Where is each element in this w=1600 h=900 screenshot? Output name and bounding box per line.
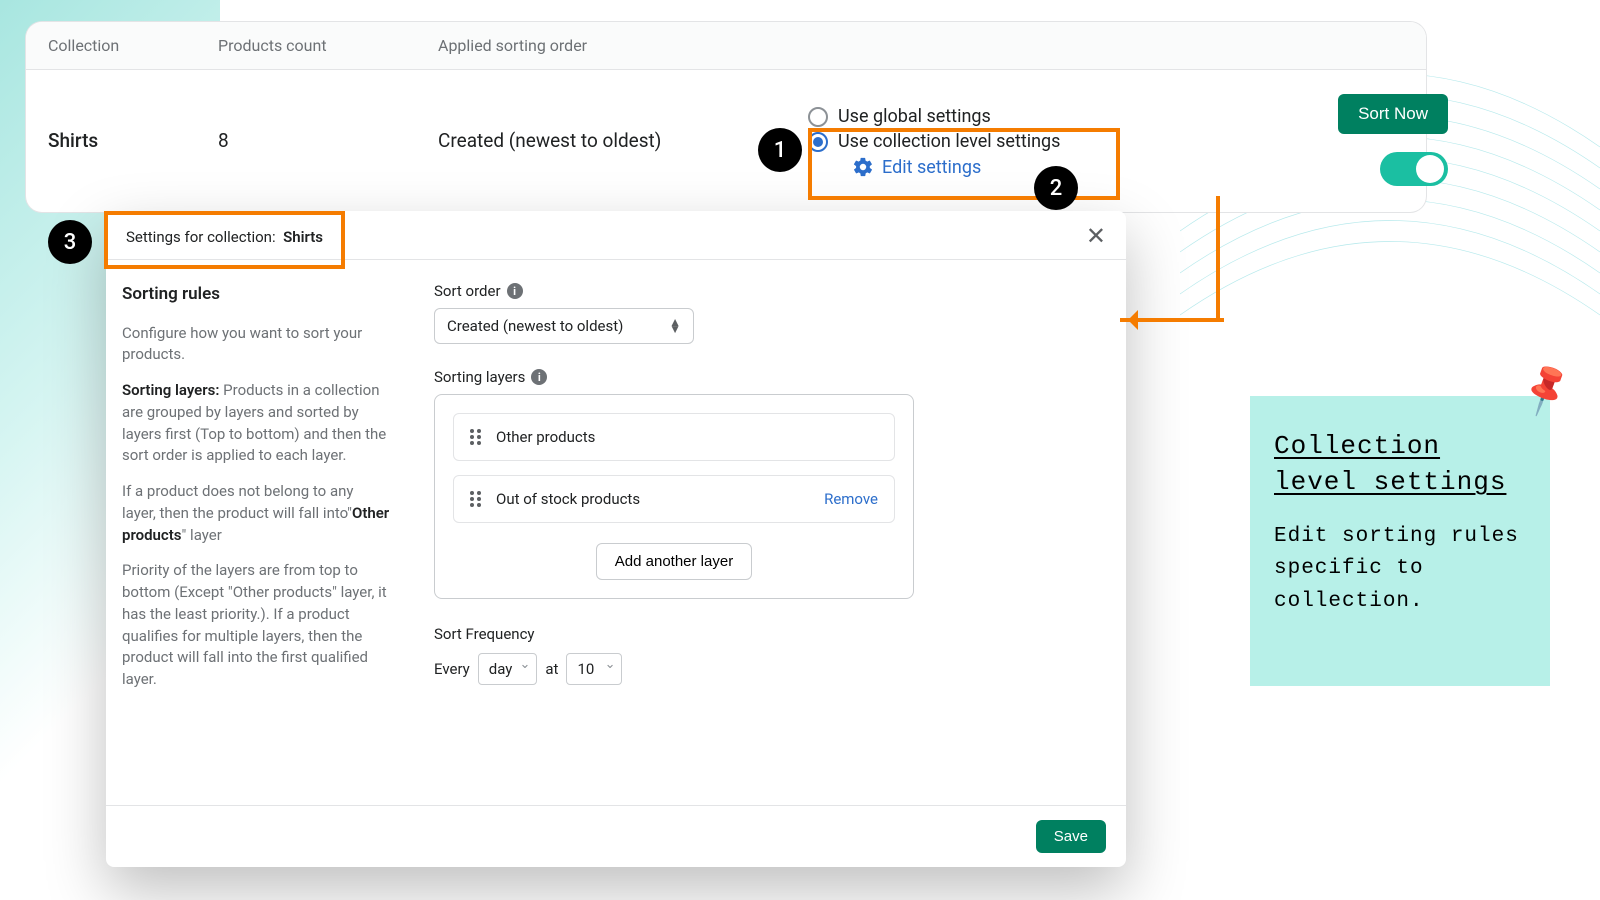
sidebar-p3c: " layer — [182, 526, 222, 544]
row-count: 8 — [218, 129, 438, 152]
row-order: Created (newest to oldest) — [438, 129, 808, 152]
radio-global[interactable]: Use global settings — [808, 106, 1268, 127]
step-badge-3: 3 — [48, 220, 92, 264]
table-header: Collection Products count Applied sortin… — [26, 22, 1426, 70]
header-order: Applied sorting order — [438, 36, 808, 55]
radio-icon — [808, 132, 828, 152]
save-button[interactable]: Save — [1036, 820, 1106, 853]
edit-settings-label: Edit settings — [882, 157, 981, 178]
close-button[interactable]: ✕ — [1086, 225, 1106, 249]
freq-label: Sort Frequency — [434, 625, 1098, 643]
drag-icon[interactable] — [470, 429, 482, 445]
sort-order-value: Created (newest to oldest) — [447, 317, 623, 335]
drag-icon[interactable] — [470, 491, 482, 507]
step-badge-2: 2 — [1034, 166, 1078, 210]
sorting-layers-label: Sorting layers i — [434, 368, 1098, 386]
sort-now-button[interactable]: Sort Now — [1338, 94, 1448, 134]
radio-collection[interactable]: Use collection level settings — [808, 131, 1268, 152]
connector-h — [1130, 318, 1224, 322]
header-collection: Collection — [48, 36, 218, 55]
layer-item[interactable]: Out of stock products Remove — [453, 475, 895, 523]
freq-at: at — [545, 660, 558, 678]
sort-order-label: Sort order i — [434, 282, 1098, 300]
collections-card: Collection Products count Applied sortin… — [26, 22, 1426, 212]
step-badge-1: 1 — [758, 128, 802, 172]
note-title: Collection level settings — [1274, 428, 1526, 501]
header-count: Products count — [218, 36, 438, 55]
freq-hour-select[interactable]: 10 — [566, 653, 622, 685]
info-icon[interactable]: i — [531, 369, 547, 385]
row-name: Shirts — [48, 129, 218, 152]
freq-every: Every — [434, 660, 470, 678]
note-body: Edit sorting rules specific to collectio… — [1274, 521, 1526, 619]
gear-icon — [852, 156, 874, 178]
settings-modal: Settings for collection: Shirts ✕ Sortin… — [106, 211, 1126, 867]
sticky-note: 📌 Collection level settings Edit sorting… — [1250, 396, 1550, 686]
modal-title-name: Shirts — [283, 228, 323, 246]
sort-order-text: Sort order — [434, 282, 501, 300]
updown-icon: ▲▼ — [669, 319, 681, 333]
table-row: Shirts 8 Created (newest to oldest) Use … — [26, 70, 1426, 212]
settings-radios: Use global settings Use collection level… — [808, 102, 1268, 178]
modal-sidebar: Sorting rules Configure how you want to … — [106, 260, 406, 805]
radio-icon — [808, 107, 828, 127]
modal-title-prefix: Settings for collection: — [126, 228, 276, 246]
layers-container: Other products Out of stock products Rem… — [434, 394, 914, 599]
sidebar-p2: Sorting layers: Products in a collection… — [122, 380, 390, 467]
add-layer-button[interactable]: Add another layer — [596, 543, 752, 580]
layer-item[interactable]: Other products — [453, 413, 895, 461]
modal-footer: Save — [106, 805, 1126, 867]
sorting-layers-text: Sorting layers — [434, 368, 525, 386]
enable-toggle[interactable] — [1380, 152, 1448, 186]
radio-global-label: Use global settings — [838, 106, 991, 127]
radio-collection-label: Use collection level settings — [838, 131, 1060, 152]
modal-title: Settings for collection: Shirts — [126, 228, 323, 246]
arrow-head-icon — [1118, 310, 1138, 330]
freq-unit-select[interactable]: day — [478, 653, 538, 685]
modal-main: Sort order i Created (newest to oldest) … — [406, 260, 1126, 805]
info-icon[interactable]: i — [507, 283, 523, 299]
sidebar-p2-label: Sorting layers: — [122, 381, 219, 399]
sidebar-p1: Configure how you want to sort your prod… — [122, 323, 390, 367]
sidebar-p3: If a product does not belong to any laye… — [122, 481, 390, 546]
sidebar-p4: Priority of the layers are from top to b… — [122, 560, 390, 691]
modal-header: Settings for collection: Shirts ✕ — [106, 211, 1126, 259]
freq-text: Sort Frequency — [434, 625, 535, 643]
sidebar-heading: Sorting rules — [122, 282, 390, 307]
freq-row: Every day at 10 — [434, 653, 1098, 685]
sort-order-select[interactable]: Created (newest to oldest) ▲▼ — [434, 308, 694, 344]
actions: Sort Now — [1268, 94, 1448, 186]
layer-name: Out of stock products — [496, 490, 640, 508]
layer-name: Other products — [496, 428, 595, 446]
remove-layer[interactable]: Remove — [824, 490, 878, 508]
sidebar-p3a: If a product does not belong to any laye… — [122, 482, 354, 522]
